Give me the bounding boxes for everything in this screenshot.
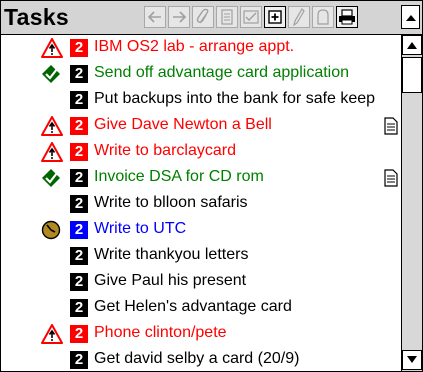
vertical-scrollbar[interactable] — [401, 35, 422, 371]
scroll-down-button[interactable] — [402, 350, 422, 370]
task-list: 2 IBM OS2 lab - arrange appt. 2 Send off ad… — [1, 35, 401, 371]
priority-badge[interactable]: 2 — [70, 143, 88, 161]
task-text[interactable]: Write to blloon safaris — [94, 194, 248, 212]
window-title: Tasks — [4, 4, 70, 30]
task-text[interactable]: Write to barclaycard — [94, 142, 236, 160]
task-text[interactable]: Get Helen's advantage card — [94, 298, 292, 316]
priority-badge[interactable]: 2 — [70, 299, 88, 317]
task-row[interactable]: 2 Write to blloon safaris — [1, 191, 401, 217]
back-button[interactable] — [144, 6, 166, 28]
scroll-thumb[interactable] — [402, 57, 422, 93]
alarm-icon[interactable] — [41, 116, 63, 136]
priority-badge[interactable]: 2 — [70, 221, 88, 239]
task-row[interactable]: 2 Get david selby a card (20/9) — [1, 347, 401, 371]
priority-badge[interactable]: 2 — [70, 169, 88, 187]
paperclip-icon — [196, 8, 209, 24]
document-icon — [221, 9, 233, 25]
up-triangle-icon — [405, 14, 416, 21]
task-text[interactable]: Phone clinton/pete — [94, 324, 227, 342]
priority-badge[interactable]: 2 — [70, 273, 88, 291]
task-text[interactable]: Write to UTC — [94, 220, 186, 238]
task-text[interactable]: Get david selby a card (20/9) — [94, 350, 299, 368]
task-text[interactable]: Send off advantage card application — [94, 64, 349, 82]
edit-button[interactable] — [288, 6, 310, 28]
priority-badge[interactable]: 2 — [70, 39, 88, 57]
note-icon[interactable] — [384, 117, 398, 135]
priority-badge[interactable]: 2 — [70, 351, 88, 369]
task-text[interactable]: Give Paul his present — [94, 272, 246, 290]
task-text[interactable]: Put backups into the bank for safe keep — [94, 90, 375, 108]
done-check-icon[interactable] — [41, 168, 63, 188]
checkbox-button[interactable] — [240, 6, 262, 28]
printer-icon — [339, 9, 355, 25]
task-row[interactable]: 2 Get Helen's advantage card — [1, 295, 401, 321]
pen-icon — [293, 8, 305, 26]
print-button[interactable] — [336, 6, 358, 28]
back-arrow-icon — [147, 11, 161, 23]
task-row[interactable]: 2 IBM OS2 lab - arrange appt. — [1, 35, 401, 61]
alarm-icon[interactable] — [41, 142, 63, 162]
down-arrow-icon — [407, 356, 417, 363]
task-row[interactable]: 2 Write to barclaycard — [1, 139, 401, 165]
up-arrow-icon — [407, 42, 417, 49]
task-text[interactable]: IBM OS2 lab - arrange appt. — [94, 38, 294, 56]
clock-icon[interactable] — [41, 220, 63, 240]
priority-badge[interactable]: 2 — [70, 91, 88, 109]
priority-badge[interactable]: 2 — [70, 247, 88, 265]
task-text[interactable]: Give Dave Newton a Bell — [94, 116, 272, 134]
task-row[interactable]: 2 Phone clinton/pete — [1, 321, 401, 347]
task-row[interactable]: 2 Invoice DSA for CD rom — [1, 165, 401, 191]
notes-button[interactable] — [216, 6, 238, 28]
attach-button[interactable] — [192, 6, 214, 28]
task-row[interactable]: 2 Give Paul his present — [1, 269, 401, 295]
scroll-up-button[interactable] — [402, 35, 422, 55]
priority-badge[interactable]: 2 — [70, 195, 88, 213]
task-row[interactable]: 2 Write thankyou letters — [1, 243, 401, 269]
task-row[interactable]: 2 Put backups into the bank for safe keep — [1, 87, 401, 113]
alarm-icon[interactable] — [41, 324, 63, 344]
task-text[interactable]: Invoice DSA for CD rom — [94, 168, 264, 186]
alarm-icon[interactable] — [41, 38, 63, 58]
note-icon[interactable] — [384, 169, 398, 187]
priority-badge[interactable]: 2 — [70, 325, 88, 343]
forward-arrow-icon — [173, 11, 187, 23]
erase-button[interactable] — [312, 6, 334, 28]
task-row[interactable]: 2 Send off advantage card application — [1, 61, 401, 87]
add-item-icon — [268, 10, 282, 24]
task-row[interactable]: 2 Give Dave Newton a Bell — [1, 113, 401, 139]
checkbox-icon — [243, 10, 259, 24]
title-bar: Tasks — [1, 1, 422, 35]
eraser-icon — [317, 9, 329, 25]
done-check-icon[interactable] — [41, 64, 63, 84]
priority-badge[interactable]: 2 — [70, 117, 88, 135]
priority-badge[interactable]: 2 — [70, 65, 88, 83]
add-item-button[interactable] — [264, 6, 286, 28]
tasks-window: Tasks 2 IBM OS2 lab - arrange appt. 2 Se… — [0, 0, 423, 372]
task-row[interactable]: 2 Write to UTC — [1, 217, 401, 243]
task-text[interactable]: Write thankyou letters — [94, 246, 248, 264]
forward-button[interactable] — [168, 6, 190, 28]
title-scroll-up-button[interactable] — [401, 5, 420, 29]
